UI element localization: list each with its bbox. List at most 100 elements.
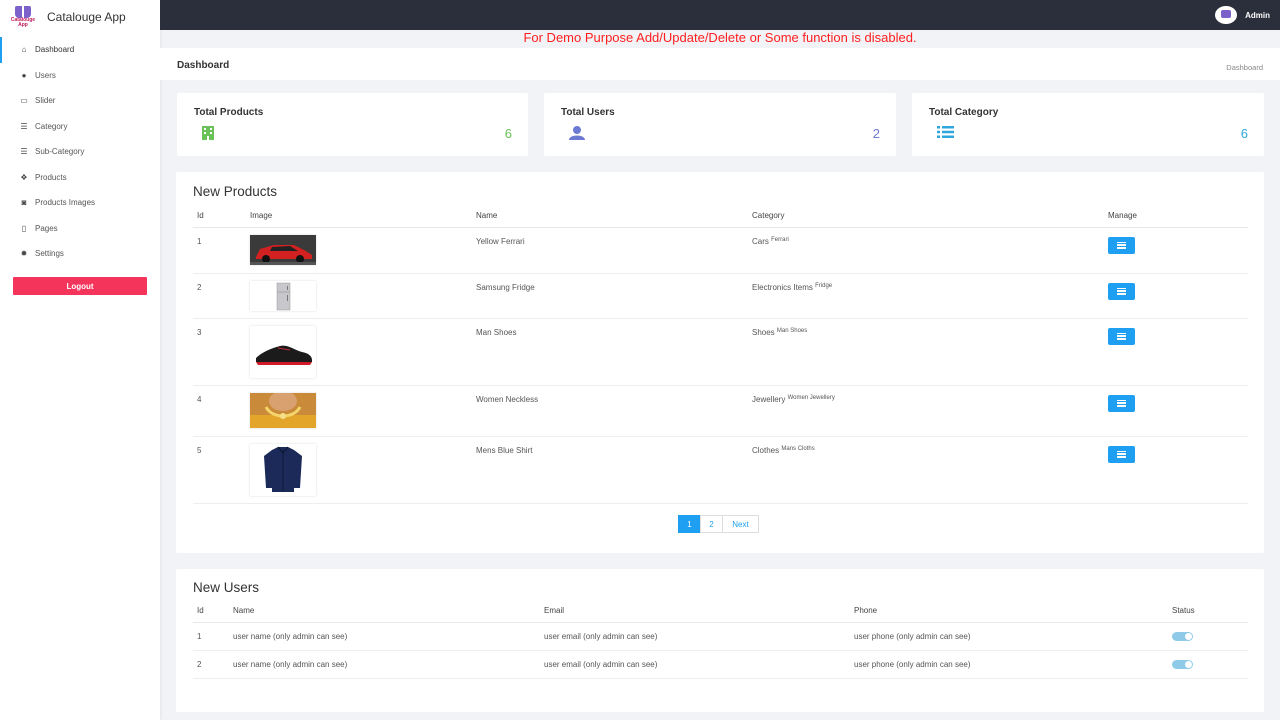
product-image-cell [250,436,476,504]
app-logo: Catalouge App [9,4,37,30]
user-phone-cell: user phone (only admin can see) [854,622,1172,651]
logo-text: Catalouge App [10,16,36,28]
page-title: Dashboard [177,60,230,71]
user-id: 2 [193,650,233,679]
product-image [250,280,316,311]
user-phone-cell: user phone (only admin can see) [854,650,1172,679]
column-header: Status [1172,599,1248,623]
subcategory-name: Fridge [815,282,833,289]
user-email-cell: user email (only admin can see) [544,650,854,679]
stat-card-users: Total Users 2 [544,93,896,156]
pagination: 1 2 Next [678,515,759,533]
sidebar-item-pages[interactable]: ▯ Pages [0,216,160,242]
panel-title: New Products [193,184,278,199]
product-name: Samsung Fridge [476,273,752,319]
list-icon: ☰ [20,121,28,131]
table-row: 2 user name (only admin can see) user emai… [193,650,1248,679]
product-image [250,443,316,496]
manage-cell [1108,318,1248,386]
manage-button[interactable] [1108,327,1135,345]
list-icon [1117,287,1126,295]
product-image [250,325,316,378]
list-icon [1117,241,1126,249]
list-icon [937,126,954,140]
sidebar-item-label: Slider [35,96,56,106]
product-name: Man Shoes [476,318,752,386]
status-toggle[interactable] [1172,631,1193,641]
sidebar-item-products-images[interactable]: ◙ Products Images [0,190,160,216]
product-category: Electronics Items Fridge [752,273,1108,319]
manage-button[interactable] [1108,236,1135,254]
product-category: Jewellery Women Jewellery [752,385,1108,437]
list-icon: ☰ [20,147,28,157]
user-name-cell: user name (only admin can see) [233,650,544,679]
manage-button[interactable] [1108,394,1135,412]
product-category: Cars Ferrari [752,227,1108,274]
column-header: Category [752,204,1108,228]
product-id: 4 [193,385,250,437]
manage-cell [1108,385,1248,437]
demo-notice: For Demo Purpose Add/Update/Delete or So… [523,30,917,45]
user-name-cell: user name (only admin can see) [233,622,544,651]
sidebar-item-label: Users [35,70,56,80]
category-name: Electronics Items [752,282,813,292]
category-name: Shoes [752,327,775,337]
sidebar-item-label: Dashboard [35,45,75,55]
status-toggle[interactable] [1172,659,1193,669]
manage-cell [1108,273,1248,319]
sidebar-item-label: Sub-Category [35,147,85,157]
user-name: Admin [1245,10,1270,20]
sidebar-item-sub-category[interactable]: ☰ Sub-Category [0,139,160,165]
brand[interactable]: Catalouge App Catalouge App [0,0,160,33]
page-icon: ▯ [21,223,27,233]
status-cell [1172,622,1248,651]
category-name: Clothes [752,445,780,455]
topbar: Admin [160,0,1280,30]
product-name: Women Neckless [476,385,752,437]
user-icon [569,126,585,142]
product-category: Clothes Mans Cloths [752,436,1108,504]
column-header: Phone [854,599,1172,623]
stat-card-products: Total Products 6 [177,93,528,156]
user-menu[interactable]: Admin [1215,6,1270,24]
products-table: Id Image Name Category Manage 1 Yellow Fe… [193,204,1248,504]
subcategory-name: Man Shoes [776,327,808,334]
sidebar-item-category[interactable]: ☰ Category [0,114,160,140]
subcategory-name: Mans Cloths [781,445,815,452]
sidebar-item-users[interactable]: ● Users [0,63,160,89]
sidebar: Catalouge App Catalouge App ⌂ Dashboard ● U… [0,0,160,720]
sidebar-item-label: Pages [35,223,58,233]
product-image [250,234,316,265]
product-image-cell [250,227,476,274]
manage-cell [1108,436,1248,504]
gear-icon: ✹ [20,249,28,259]
breadcrumb[interactable]: Dashboard [1226,63,1263,72]
cubes-icon: ❖ [20,172,28,182]
subcategory-name: Ferrari [771,236,789,243]
page-1-button[interactable]: 1 [678,515,701,533]
manage-button[interactable] [1108,282,1135,300]
subcategory-name: Women Jewellery [787,394,835,401]
sidebar-item-settings[interactable]: ✹ Settings [0,241,160,267]
user-icon: ● [21,70,27,80]
product-image-cell [250,318,476,386]
app-name: Catalouge App [47,9,126,24]
list-icon [1117,450,1126,458]
logout-button[interactable]: Logout [13,277,147,295]
manage-button[interactable] [1108,445,1135,463]
category-name: Jewellery [752,394,786,404]
users-table: Id Name Email Phone Status 1 user name (o… [193,599,1248,679]
column-header: Name [476,204,752,228]
stat-card-category: Total Category 6 [912,93,1264,156]
status-cell [1172,650,1248,679]
page-2-button[interactable]: 2 [700,515,723,533]
table-row: 2 Samsung Fridge Electronics Items Fridge [193,273,1248,319]
next-page-button[interactable]: Next [722,515,759,533]
table-row: 1 Yellow Ferrari Cars Ferrari [193,227,1248,274]
sidebar-item-slider[interactable]: ▭ Slider [0,88,160,114]
sidebar-item-products[interactable]: ❖ Products [0,165,160,191]
column-header: Id [193,599,233,623]
table-row: 1 user name (only admin can see) user emai… [193,622,1248,651]
product-id: 5 [193,436,250,504]
sidebar-item-dashboard[interactable]: ⌂ Dashboard [0,37,160,63]
